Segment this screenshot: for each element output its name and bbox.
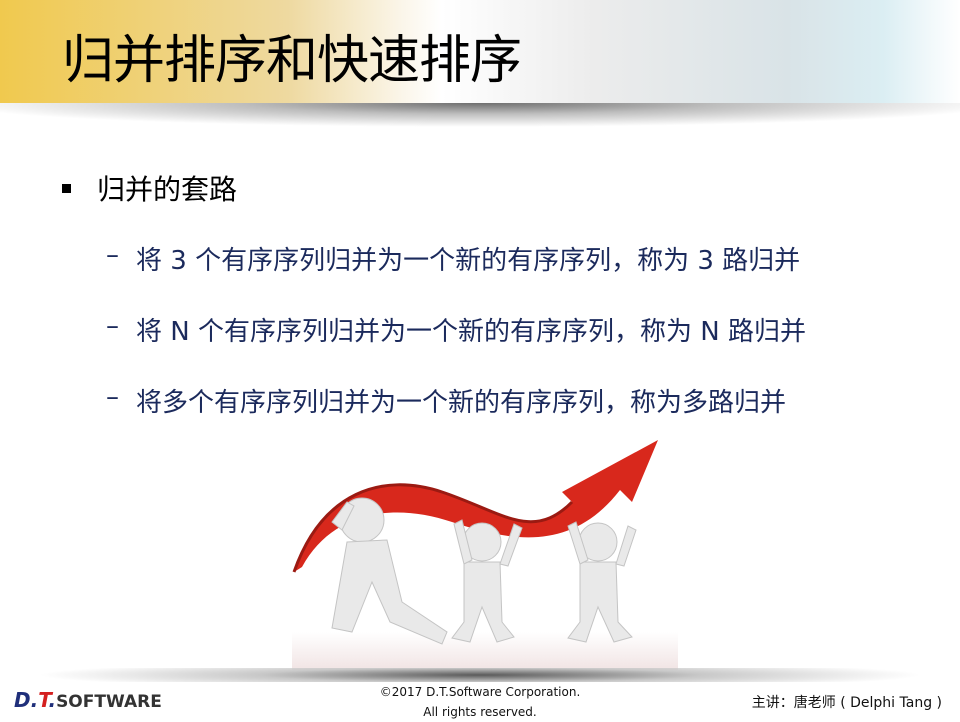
- footer-divider: [40, 668, 920, 682]
- bullet-text: 归并的套路: [97, 173, 238, 206]
- presenter-label: 主讲：唐老师 ( Delphi Tang ): [751, 695, 942, 711]
- dash-icon: –: [106, 382, 119, 412]
- sub-item: – 将多个有序序列归并为一个新的有序序列，称为多路归并: [106, 382, 786, 419]
- copyright-line1: ©2017 D.T.Software Corporation.: [379, 685, 581, 699]
- dash-icon: –: [106, 240, 119, 270]
- dash-icon: –: [106, 311, 119, 341]
- teamwork-arrow-illustration: [292, 440, 678, 670]
- sub-item-text: 将 N 个有序序列归并为一个新的有序序列，称为 N 路归并: [136, 317, 806, 347]
- sub-item: – 将 N 个有序序列归并为一个新的有序序列，称为 N 路归并: [106, 311, 806, 348]
- copyright-line2: All rights reserved.: [423, 705, 537, 719]
- slide-title: 归并排序和快速排序: [62, 31, 522, 91]
- sub-item-text: 将多个有序序列归并为一个新的有序序列，称为多路归并: [136, 388, 787, 418]
- copyright: ©2017 D.T.Software Corporation. All righ…: [330, 682, 630, 722]
- dt-software-logo: D.T.SOFTWARE: [14, 688, 162, 712]
- sub-item: – 将 3 个有序序列归并为一个新的有序序列，称为 3 路归并: [106, 240, 800, 277]
- sub-item-text: 将 3 个有序序列归并为一个新的有序序列，称为 3 路归并: [136, 246, 801, 276]
- square-bullet-icon: [62, 183, 71, 193]
- title-bar-shadow: [0, 103, 960, 127]
- bullet-item: 归并的套路: [62, 168, 237, 208]
